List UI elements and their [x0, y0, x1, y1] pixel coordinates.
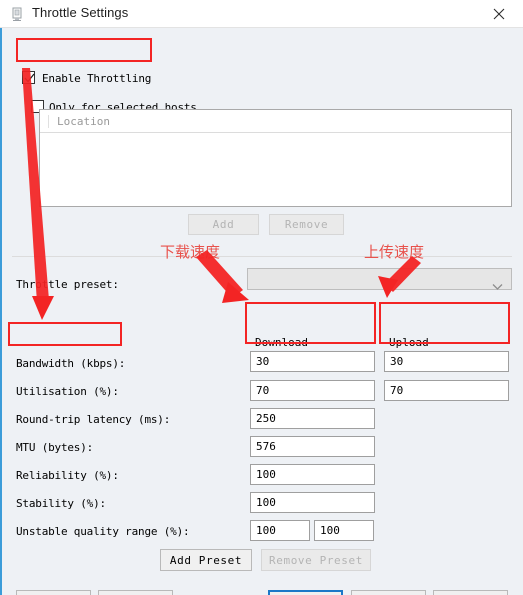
utilisation-label: Utilisation (%): [16, 385, 119, 398]
throttle-settings-window: Throttle Settings Enable Throttling Only… [0, 0, 523, 595]
remove-preset-button[interactable]: Remove Preset [261, 549, 371, 571]
add-host-button[interactable]: Add [188, 214, 259, 235]
import-button[interactable]: Import [16, 590, 91, 595]
bandwidth-download-input[interactable]: 30 [250, 351, 375, 372]
add-preset-button-label: Add Preset [169, 553, 243, 567]
window-title: Throttle Settings [32, 5, 129, 20]
remove-host-button-label: Remove [284, 218, 329, 231]
throttle-preset-select[interactable] [247, 268, 512, 290]
ok-button[interactable]: OK [268, 590, 343, 595]
host-list-header: Location [40, 110, 511, 133]
utilisation-upload-input[interactable]: 70 [384, 380, 509, 401]
add-host-button-label: Add [212, 218, 235, 231]
reliability-label: Reliability (%): [16, 469, 119, 482]
add-preset-button[interactable]: Add Preset [160, 549, 252, 571]
stability-label: Stability (%): [16, 497, 106, 510]
section-divider [12, 256, 512, 257]
bandwidth-upload-input[interactable]: 30 [384, 351, 509, 372]
cancel-button[interactable]: Cancel [351, 590, 426, 595]
mtu-label: MTU (bytes): [16, 441, 94, 454]
enable-throttling-checkbox[interactable] [22, 71, 35, 84]
round-trip-latency-label: Round-trip latency (ms): [16, 413, 171, 426]
chevron-down-icon [492, 276, 503, 295]
stability-input[interactable]: 100 [250, 492, 375, 513]
bandwidth-label: Bandwidth (kbps): [16, 357, 126, 370]
unstable-quality-range-max-input[interactable]: 100 [314, 520, 374, 541]
app-icon [9, 6, 25, 22]
dialog-body: Enable Throttling Only for selected host… [0, 28, 523, 595]
host-list-column-location[interactable]: Location [48, 115, 110, 128]
round-trip-latency-input[interactable]: 250 [250, 408, 375, 429]
reliability-input[interactable]: 100 [250, 464, 375, 485]
enable-throttling-label[interactable]: Enable Throttling [42, 72, 151, 85]
upload-column-header: Upload [389, 336, 429, 349]
export-button[interactable]: Export [98, 590, 173, 595]
host-list[interactable]: Location [39, 109, 512, 207]
unstable-quality-range-min-input[interactable]: 100 [250, 520, 310, 541]
remove-preset-button-label: Remove Preset [269, 553, 363, 567]
close-button[interactable] [477, 0, 523, 27]
help-button[interactable]: Help [433, 590, 508, 595]
mtu-input[interactable]: 576 [250, 436, 375, 457]
checkmark-icon [24, 73, 35, 83]
remove-host-button[interactable]: Remove [269, 214, 344, 235]
utilisation-download-input[interactable]: 70 [250, 380, 375, 401]
title-bar: Throttle Settings [0, 0, 523, 28]
unstable-quality-range-label: Unstable quality range (%): [16, 525, 190, 538]
download-column-header: Download [255, 336, 308, 349]
throttle-preset-label: Throttle preset: [16, 278, 119, 291]
